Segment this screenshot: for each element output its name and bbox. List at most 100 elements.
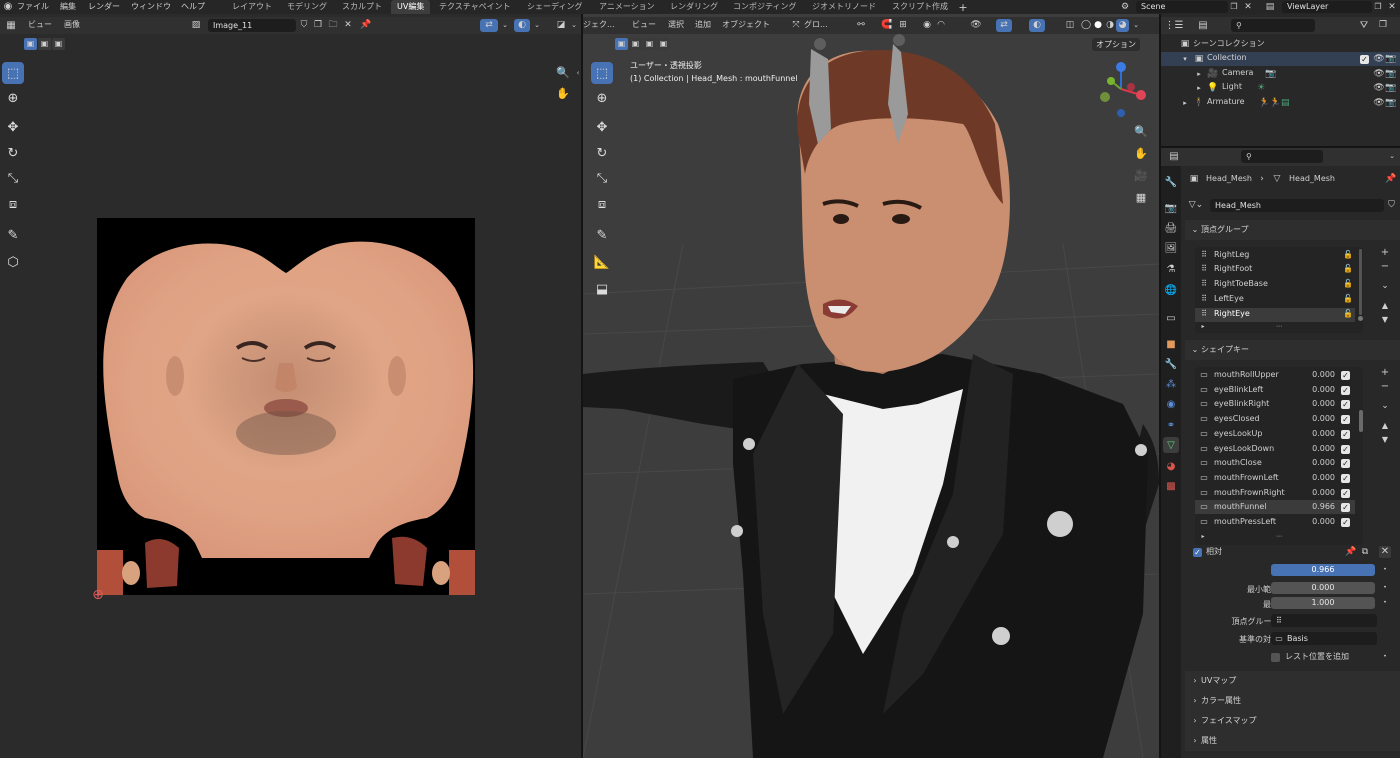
modifier-tab-icon[interactable]: 🔧 <box>1163 356 1179 372</box>
menu-file[interactable]: ファイル <box>17 1 49 13</box>
expand-arrow-icon[interactable]: ▸ <box>1181 97 1189 109</box>
falloff-icon[interactable]: ◠ <box>935 19 947 32</box>
panel-expand-icon[interactable]: › <box>1191 735 1199 747</box>
shape-key-value[interactable]: 0.000 <box>1297 412 1335 427</box>
overlay-icon[interactable]: ◐ <box>1029 19 1045 32</box>
options-dropdown[interactable]: オプション <box>1092 38 1140 51</box>
outliner-search-input[interactable]: ⚲ <box>1231 19 1315 32</box>
panel-expand-icon[interactable]: › <box>1191 695 1199 707</box>
2d-cursor-icon[interactable]: ⊕ <box>90 587 106 603</box>
vertex-group-specials-icon[interactable]: ⌄ <box>1379 280 1391 292</box>
proportional-edit-icon[interactable]: ◉ <box>921 19 933 32</box>
select-invert-icon[interactable]: ▣ <box>657 38 670 50</box>
tab-layout[interactable]: レイアウト <box>226 0 278 14</box>
view-layer-new-icon[interactable]: ❐ <box>1372 1 1384 13</box>
menu-window[interactable]: ウィンドウ <box>131 1 171 13</box>
collection-tab-icon[interactable]: ▭ <box>1163 310 1179 326</box>
shading-rendered-icon[interactable]: ◕ <box>1116 19 1129 32</box>
grab-tool-icon[interactable]: ⬡ <box>2 251 24 273</box>
unlink-image-icon[interactable]: ✕ <box>342 19 354 32</box>
shape-key-pin-icon[interactable]: 📌 <box>1345 546 1357 558</box>
shape-key-mute-checkbox[interactable]: ✓ <box>1341 385 1350 395</box>
shape-key-value[interactable]: 0.000 <box>1297 368 1335 383</box>
edit-mode-icon[interactable]: ⧉ <box>1359 546 1371 558</box>
mesh-data-name-field[interactable]: Head_Mesh <box>1210 199 1384 212</box>
world-tab-icon[interactable]: 🌐 <box>1163 282 1179 298</box>
shape-key-mute-checkbox[interactable]: ✓ <box>1341 473 1350 483</box>
output-tab-icon[interactable]: 🖨 <box>1163 220 1179 236</box>
overlay-icon[interactable]: ◐ <box>514 19 530 32</box>
snap-icon[interactable]: 🧲 <box>879 19 895 32</box>
list-item[interactable]: RightEye <box>1214 307 1250 322</box>
chevron-down-icon[interactable]: ⌄ <box>500 19 510 32</box>
uv-menu-image[interactable]: 画像 <box>64 19 80 31</box>
transform-tool-icon[interactable]: ⧈ <box>591 193 613 215</box>
properties-search-input[interactable]: ⚲ <box>1241 150 1323 163</box>
select-new-icon[interactable]: ▣ <box>24 38 37 50</box>
shape-key-mute-checkbox[interactable]: ✓ <box>1341 371 1350 380</box>
panel-expand-icon[interactable]: › <box>1191 715 1199 727</box>
render-camera-icon[interactable]: 📷 <box>1385 53 1397 65</box>
add-workspace-icon[interactable]: + <box>957 1 969 13</box>
visibility-icon[interactable]: 👁 <box>969 19 983 32</box>
object-tab-icon[interactable]: ■ <box>1163 336 1179 352</box>
move-tool-icon[interactable]: ✥ <box>591 116 613 138</box>
uv-menu-view[interactable]: ビュー <box>28 19 52 31</box>
zoom-icon[interactable]: 🔍 <box>553 62 573 82</box>
blender-logo-icon[interactable]: ◉ <box>2 1 14 13</box>
shape-key-mute-checkbox[interactable]: ✓ <box>1341 503 1350 513</box>
tab-animation[interactable]: アニメーション <box>593 0 661 14</box>
rotate-tool-icon[interactable]: ↻ <box>591 142 613 164</box>
remove-vertex-group-icon[interactable]: − <box>1379 261 1391 273</box>
lock-icon[interactable]: 🔓 <box>1343 278 1353 290</box>
camera-view-icon[interactable]: 🎥 <box>1131 165 1151 185</box>
navigation-gizmo[interactable] <box>1093 59 1153 121</box>
select-subtract-icon[interactable]: ▣ <box>643 38 656 50</box>
image-browse-icon[interactable]: ▨ <box>186 19 206 32</box>
scene-field[interactable]: Scene <box>1136 1 1228 13</box>
outliner-item-armature[interactable]: Armature <box>1207 95 1245 110</box>
panel-collapse-icon[interactable]: ⌄ <box>1191 344 1199 356</box>
render-camera-icon[interactable]: 📷 <box>1385 97 1397 109</box>
list-resize-handle[interactable]: ⋯ <box>1273 322 1285 331</box>
expand-arrow-icon[interactable]: ▸ <box>1195 82 1203 94</box>
expand-arrow-icon[interactable]: ▸ <box>1195 68 1203 80</box>
lock-icon[interactable]: 🔓 <box>1343 308 1353 320</box>
outliner-item-light[interactable]: Light <box>1222 80 1242 95</box>
pin-icon[interactable]: 📌 <box>360 19 372 32</box>
shape-key-value[interactable]: 0.000 <box>1297 442 1335 457</box>
pan-hand-icon[interactable]: ✋ <box>1131 143 1151 163</box>
list-item[interactable]: RightFoot <box>1214 262 1252 277</box>
zoom-icon[interactable]: 🔍 <box>1131 121 1151 141</box>
lock-icon[interactable]: 🔓 <box>1343 263 1353 275</box>
eye-icon[interactable]: 👁 <box>1373 53 1385 65</box>
chevron-down-icon[interactable]: ⌄ <box>1131 19 1141 32</box>
shape-key-mute-checkbox[interactable]: ✓ <box>1341 415 1350 425</box>
scene-new-icon[interactable]: ❐ <box>1228 1 1240 13</box>
shape-key-value[interactable]: 0.000 <box>1297 427 1335 442</box>
list-item[interactable]: LeftEye <box>1214 292 1244 307</box>
shape-key-name[interactable]: mouthFunnel <box>1214 500 1266 515</box>
tab-rendering[interactable]: レンダリング <box>664 0 724 14</box>
render-camera-icon[interactable]: 📷 <box>1385 68 1397 80</box>
gizmo-icon[interactable]: ⇄ <box>996 19 1012 32</box>
open-image-icon[interactable]: 🗀 <box>327 19 339 32</box>
shape-keys-panel-header[interactable]: シェイプキー <box>1185 340 1400 360</box>
shape-key-value[interactable]: 0.000 <box>1297 515 1335 530</box>
viewport-menu-add[interactable]: 追加 <box>695 19 711 31</box>
shape-key-name[interactable]: eyesLookDown <box>1214 442 1274 457</box>
tab-scripting[interactable]: スクリプト作成 <box>886 0 954 14</box>
new-collection-icon[interactable]: ❐ <box>1376 19 1390 32</box>
shape-key-name[interactable]: mouthClose <box>1214 456 1262 471</box>
panel-collapse-icon[interactable]: ⌄ <box>1191 224 1199 236</box>
tab-texture-paint[interactable]: テクスチャペイント <box>433 0 517 14</box>
add-rest-position-checkbox[interactable] <box>1271 653 1280 662</box>
keyframe-dot-icon[interactable]: • <box>1381 652 1389 662</box>
perspective-toggle-icon[interactable]: ▦ <box>1131 187 1151 207</box>
outliner-item-camera[interactable]: Camera <box>1222 66 1253 81</box>
min-range-field[interactable]: 0.000 <box>1271 582 1375 594</box>
chevron-down-icon[interactable]: ⌄ <box>569 19 579 32</box>
shape-key-name[interactable]: eyeBlinkRight <box>1214 397 1269 412</box>
panel-expand-icon[interactable]: › <box>1191 675 1199 687</box>
select-subtract-icon[interactable]: ▣ <box>52 38 65 50</box>
